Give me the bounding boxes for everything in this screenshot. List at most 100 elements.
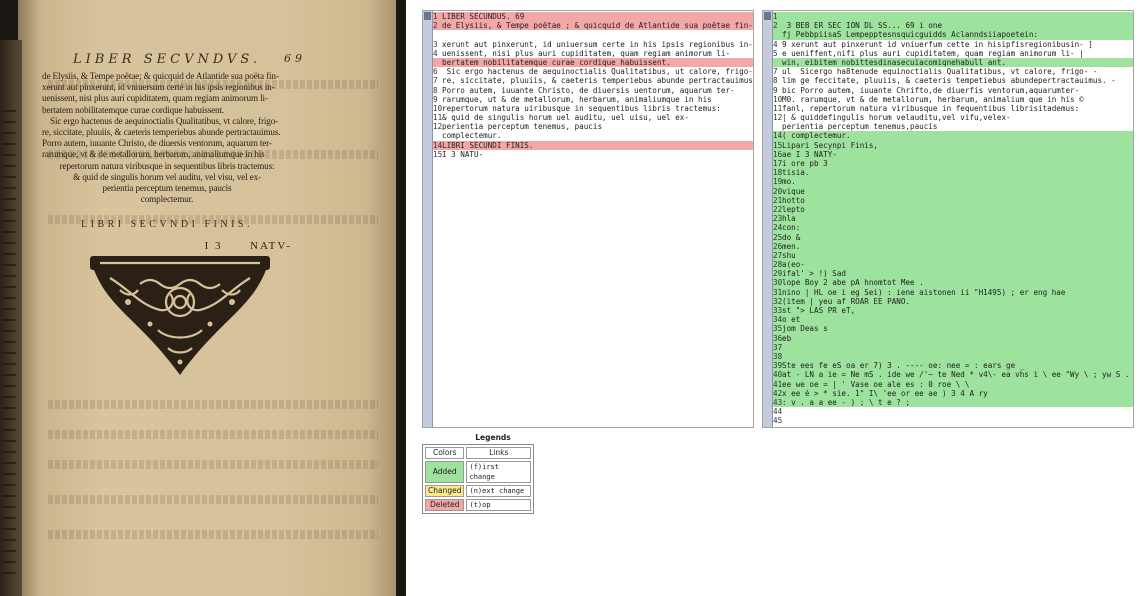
line-number: 21	[773, 195, 783, 205]
diff-gutter-right[interactable]	[763, 11, 773, 427]
diff-line-right: win, eibitem nobittesdinasecuiacomiqneha…	[773, 57, 1133, 68]
scan-line: re, siccitate, pluuiis, & caeteris tempe…	[42, 127, 281, 138]
first-change-link[interactable]: (f)irst change	[466, 461, 531, 483]
diff-line-right: 9 bic Porro autem, iuuante Chrifto,de diu…	[773, 86, 1133, 95]
scan-line: de Elysiis, & Tempe poëtae; & quicquid d…	[42, 71, 279, 81]
legend-swatch-deleted: Deleted	[425, 499, 465, 511]
legend-links-header: Links	[466, 447, 531, 459]
legend: Legends Colors Links Added (f)irst chang…	[422, 432, 534, 514]
line-number: 6	[433, 67, 438, 77]
line-number: 17	[773, 159, 783, 168]
line-number: 43	[773, 397, 783, 407]
diff-line-right: 31nino | HL oe i eg Sei) : iene aistonen…	[773, 287, 1133, 297]
diff-line-right: fj PebbpiisaS Lempepptesnsquicguidds Acl…	[773, 30, 1133, 40]
line-text: LIBRI SECUNDI FINIS.	[442, 140, 534, 150]
line-number: 39	[773, 361, 783, 371]
line-text: I 3 NATU-	[442, 149, 484, 159]
diff-line-right: 14( complectemur.	[773, 131, 1133, 141]
line-text: bertatem nobilitatemque curae cordique h…	[442, 57, 671, 67]
line-number: 41	[773, 379, 783, 389]
legend-colors-header: Colors	[425, 447, 465, 459]
diff-gutter-left[interactable]	[423, 11, 433, 427]
line-text: a(eo-	[782, 260, 805, 270]
line-number: 32	[773, 296, 783, 306]
line-number: 15	[433, 149, 443, 159]
line-text: perientia perceptum tenemus,paucis	[782, 122, 938, 132]
line-number: 40	[773, 370, 783, 380]
line-text: at - LN a ie = Ne mS . ide we /'~ te Ned…	[782, 370, 1130, 380]
line-text: 9 xerunt aut pinxerunt id vniuerfum cett…	[782, 39, 1093, 49]
line-number: 19	[773, 177, 783, 187]
diff-line-left: complectemur.	[433, 131, 753, 140]
line-text: vique	[782, 186, 805, 196]
line-number: 14	[773, 131, 783, 141]
diff-line-right: 30lope Boy 2 abe pA hnomtot Mee .	[773, 278, 1133, 288]
scan-line: bertatem nobilitatemque curae cordique h…	[42, 104, 225, 115]
diff-line-right: 1	[773, 12, 1133, 22]
line-number: 37	[773, 342, 783, 352]
diff-line-right: 5 e ueniffent,nifi plus auri cupiditatem,…	[773, 49, 1133, 58]
line-number: 28	[773, 260, 783, 270]
line-number: 15	[773, 140, 783, 150]
line-text: hla	[782, 214, 796, 224]
running-head: LIBER SECVNDVS. 69	[42, 52, 302, 67]
line-number: 5	[773, 48, 778, 58]
diff-line-right: 36eb	[773, 333, 1133, 343]
line-number: 14	[433, 140, 443, 150]
adjacent-page-edge	[0, 40, 22, 596]
legend-header-row: Colors Links	[425, 447, 531, 459]
diff-line-right: 38	[773, 351, 1133, 362]
diff-pane-left[interactable]: 1 LIBER SECUNDUS. 69 2 de Elysiis, & Tempe …	[422, 10, 754, 428]
scan-line: Sic ergo hactenus de aequinoctialis Qual…	[50, 115, 279, 126]
scan-line: rarumque, vt & de metallorum, herbarum, …	[42, 149, 265, 160]
diff-line-left: 12perientia perceptum tenemus, paucis	[433, 122, 753, 131]
scan-line: repertorum natura viribusque in sequenti…	[59, 160, 275, 171]
line-text: o et	[782, 315, 801, 325]
line-text: de Elysiis, & Tempe poëtae ; & quicquid …	[442, 21, 753, 31]
line-number: 2	[433, 21, 438, 31]
line-number: 44	[773, 407, 783, 417]
diff-line-right: 26men.	[773, 241, 1133, 251]
line-text: ( complectemur.	[782, 131, 851, 141]
line-number: 4	[433, 48, 438, 58]
line-number: 18	[773, 168, 783, 178]
line-number: 12	[773, 113, 783, 123]
line-text: perientia perceptum tenemus, paucis	[442, 122, 603, 132]
line-number: 4	[773, 39, 778, 49]
diff-line-right: 19mo.	[773, 177, 1133, 187]
diff-line-left	[433, 30, 753, 39]
line-text: tisia.	[782, 168, 810, 178]
line-number: 10	[433, 103, 443, 113]
diff-line-right: 10M0. rarumque, vt & de metallorum, herb…	[773, 95, 1133, 104]
line-text: bic Porro autem, iuuante Chrifto,de diue…	[782, 85, 1080, 95]
diff-line-right: 16ae I 3 NATY-	[773, 149, 1133, 159]
line-text: Lipari Secynpi Finis,	[782, 140, 879, 150]
diff-pane-right[interactable]: 12 3 BEB ER SEC ION DL SS... 69 i one fj …	[762, 10, 1134, 428]
top-link[interactable]: (t)op	[466, 499, 531, 511]
scanned-page-image: LIBER SECVNDVS. 69 de Elysiis, & Tempe p…	[0, 0, 406, 596]
legend-row-deleted: Deleted (t)op	[425, 499, 531, 511]
diff-line-right: 39Ste ees fe eS oa er 7) 3 . ---- oe: ne…	[773, 361, 1133, 371]
line-number: 33	[773, 306, 783, 315]
line-text: ee we oe = | ' Vase oe ale es : 0 roe \ …	[782, 379, 970, 389]
line-text: xerunt aut pinxerunt, id uniuersum certe…	[442, 39, 753, 49]
next-change-link[interactable]: (n)ext change	[466, 485, 531, 497]
line-text: lim ge feccitate, pluuiis, & caeteris te…	[782, 76, 1116, 86]
diff-line-left: 10repertorum natura uiribusque in sequen…	[433, 104, 753, 113]
line-text: Ste ees fe eS oa er 7) 3 . ---- oe: nee …	[782, 361, 1025, 371]
line-number: 12	[433, 122, 443, 132]
line-text: fj PebbpiisaS Lempepptesnsquicguidds Acl…	[782, 30, 1039, 40]
line-text: i ore pb 3	[782, 159, 828, 168]
line-number: 29	[773, 269, 783, 279]
diff-line-right: 41ee we oe = | ' Vase oe ale es : 0 roe …	[773, 379, 1133, 389]
scan-line: complectemur.	[140, 194, 194, 205]
line-text: men.	[782, 241, 801, 251]
line-text: e ueniffent,nifi plus auri cupiditatem, …	[782, 48, 1084, 58]
line-text: uenissent, nisi plus auri cupiditatem, q…	[442, 48, 731, 58]
scan-text-block: LIBER SECVNDVS. 69 de Elysiis, & Tempe p…	[42, 52, 302, 252]
line-number: 22	[773, 204, 783, 214]
diff-line-right: 20vique	[773, 186, 1133, 196]
diff-line-right: 24con:	[773, 223, 1133, 233]
diff-line-right: 11fanl, repertorum natura viribusque in …	[773, 104, 1133, 113]
scan-line: & quid de singulis horum vel auditu, vel…	[73, 171, 261, 182]
